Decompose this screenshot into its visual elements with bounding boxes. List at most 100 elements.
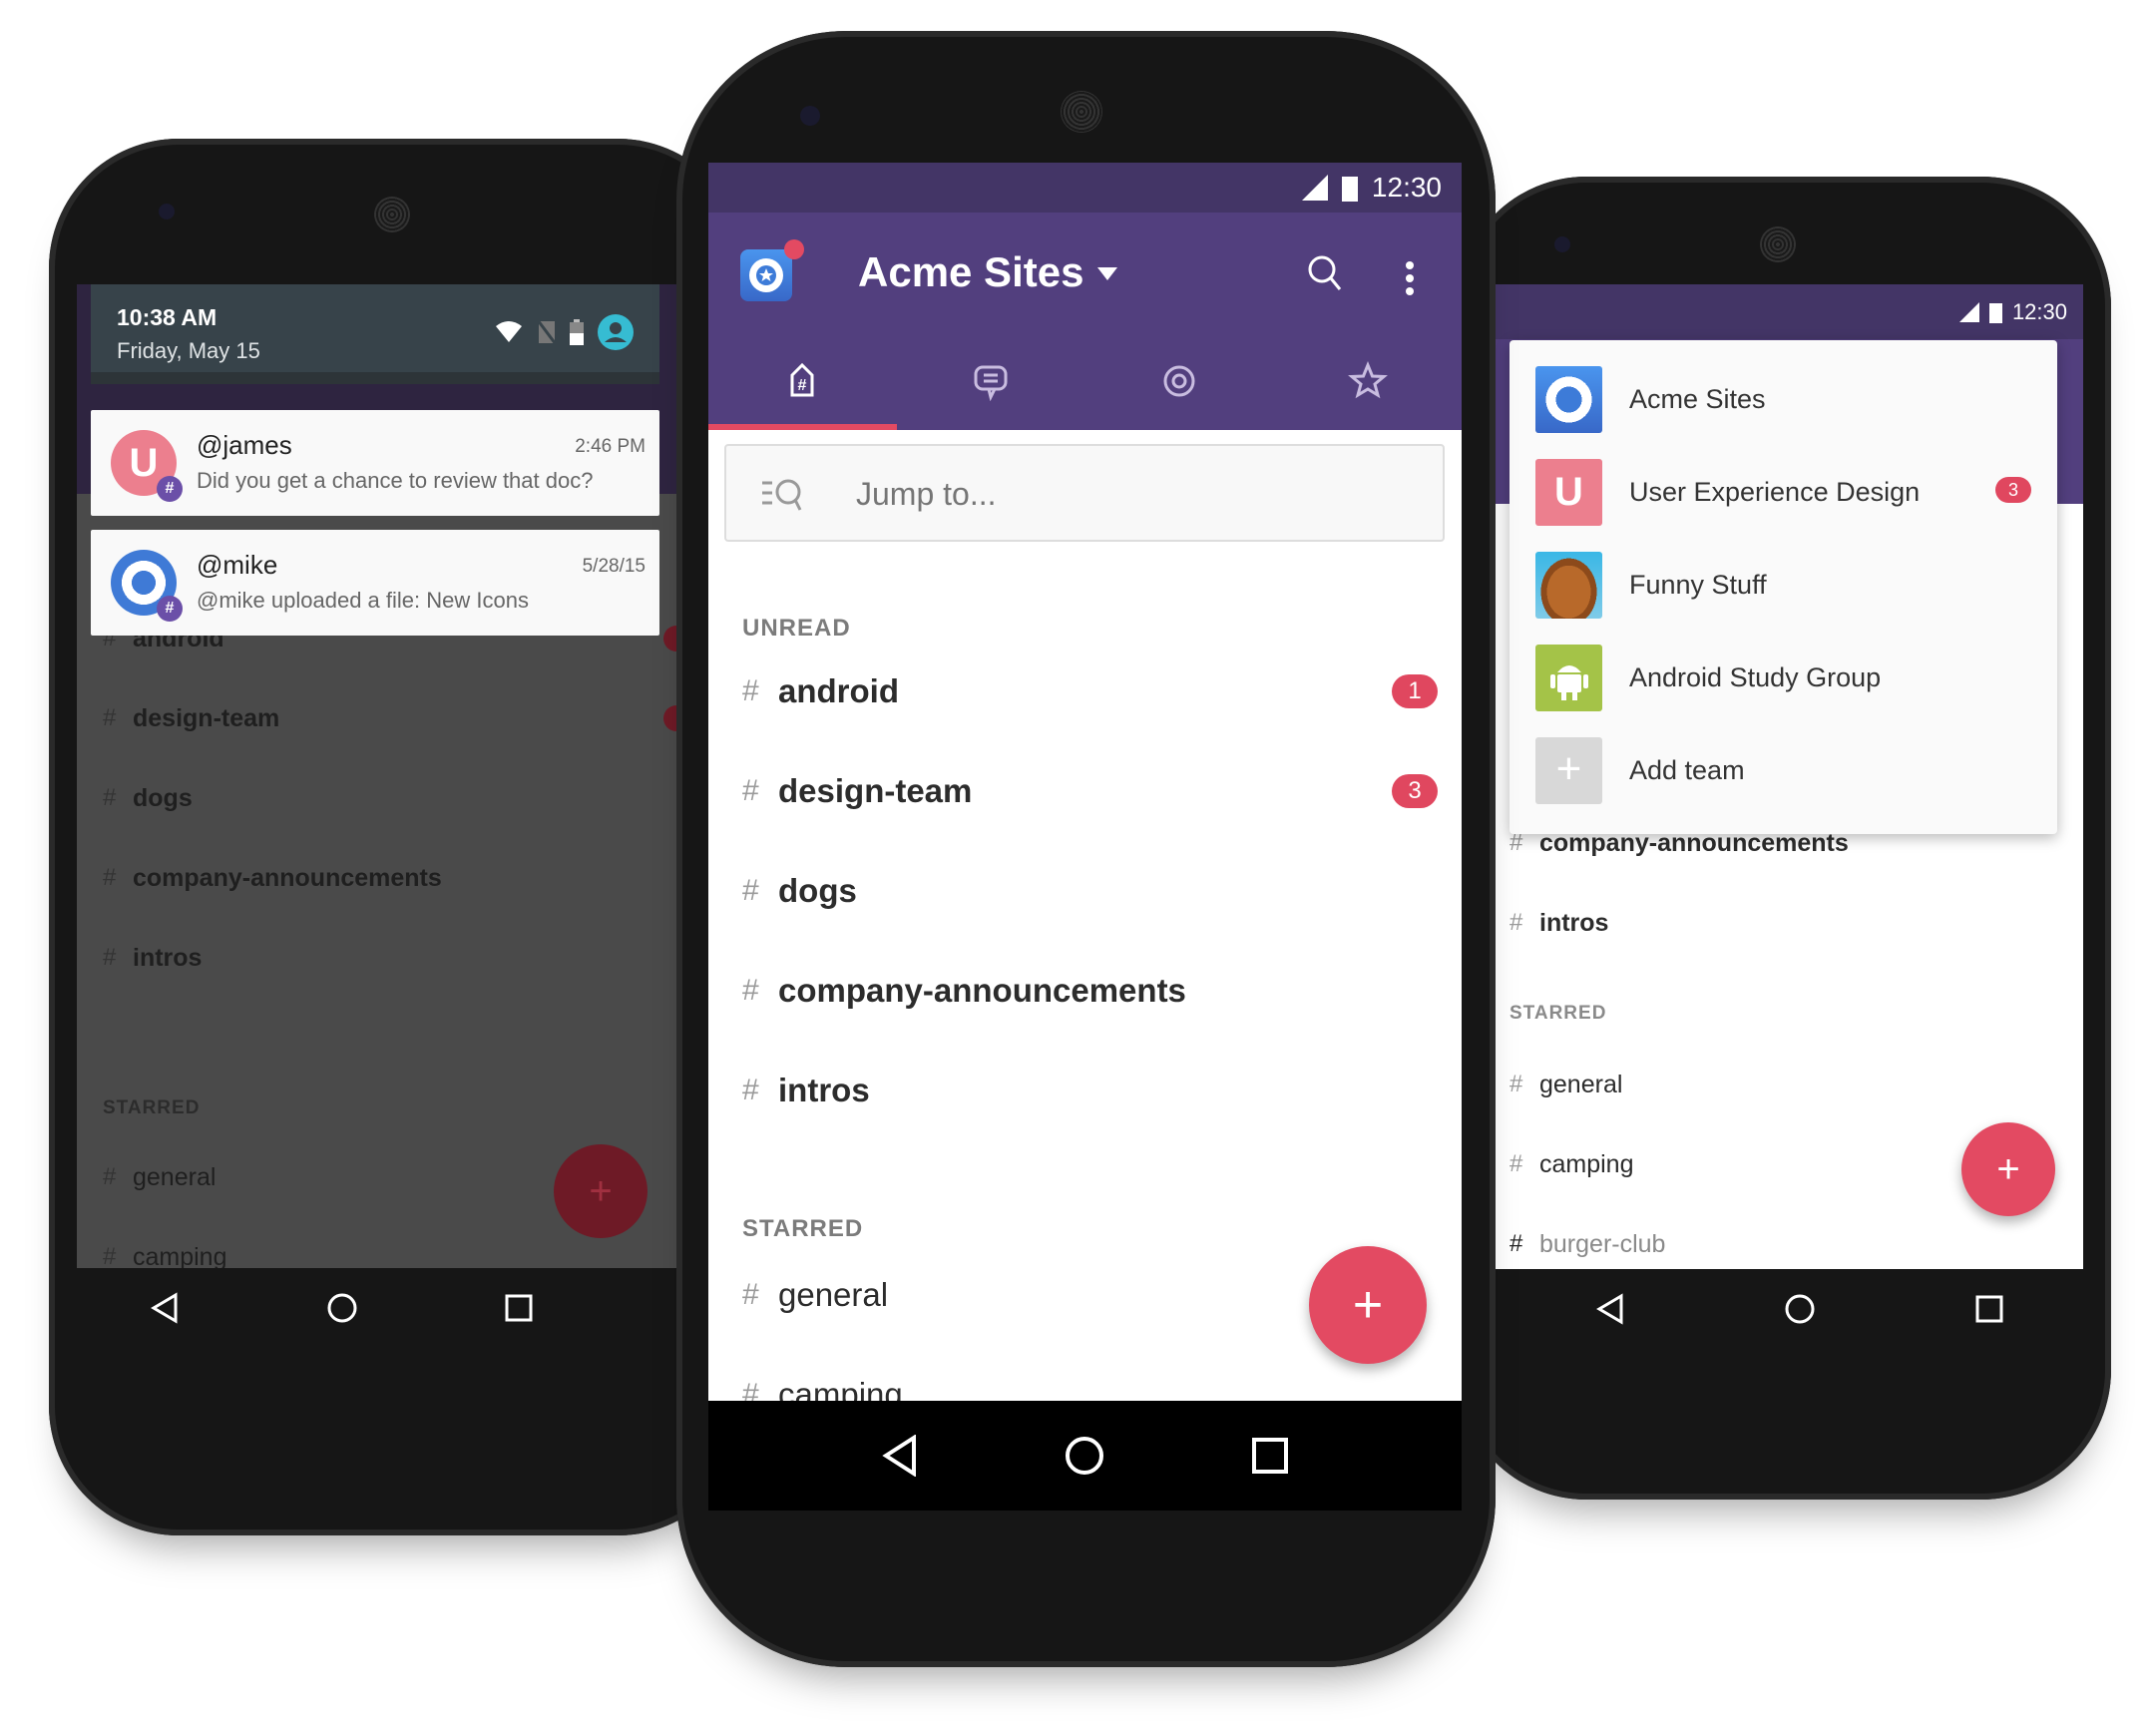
no-sim-icon: [538, 320, 556, 344]
tab-bar: #: [708, 332, 1462, 430]
hash-icon: #: [742, 674, 759, 707]
starred-channel-row[interactable]: # camping: [103, 1232, 227, 1269]
channel-row[interactable]: # intros: [742, 1056, 1438, 1125]
speaker: [374, 197, 410, 232]
hash-icon: #: [742, 874, 759, 907]
team-item[interactable]: Acme Sites: [1535, 366, 2031, 433]
hash-icon: #: [103, 704, 117, 731]
active-tab-indicator: [708, 424, 897, 430]
app-bar: Acme Sites #: [708, 213, 1462, 430]
new-message-fab[interactable]: +: [1961, 1122, 2055, 1216]
star-icon: [1347, 361, 1388, 399]
recents-icon[interactable]: [505, 1294, 533, 1322]
hash-icon: #: [103, 864, 117, 891]
recents-icon[interactable]: [1252, 1438, 1289, 1474]
battery-icon: [1988, 302, 2002, 323]
status-bar: 12:30: [708, 163, 1462, 213]
back-icon[interactable]: [1595, 1293, 1625, 1325]
starred-channel-row[interactable]: # general: [103, 1152, 216, 1202]
notification-time: 2:46 PM: [575, 436, 646, 457]
battery-icon: [570, 319, 584, 345]
starred-channel-row[interactable]: # camping: [742, 1360, 1438, 1401]
channel-row[interactable]: #design-team3: [103, 693, 699, 743]
channel-row[interactable]: #design-team3: [742, 756, 1438, 826]
recents-icon[interactable]: [1975, 1295, 2003, 1323]
back-icon[interactable]: [150, 1292, 180, 1324]
dropdown-arrow-icon[interactable]: [1097, 267, 1117, 281]
tab-starred[interactable]: [1273, 332, 1462, 430]
front-camera: [159, 204, 175, 219]
unread-heading: UNREAD: [742, 615, 851, 642]
account-icon[interactable]: [598, 314, 634, 350]
tab-mentions[interactable]: [1085, 332, 1274, 430]
channel-row[interactable]: # intros: [1509, 898, 1608, 948]
back-icon[interactable]: [882, 1435, 918, 1477]
team-icon[interactable]: [740, 239, 804, 301]
starred-channel-row[interactable]: # burger-club: [1509, 1219, 1665, 1269]
hash-icon: #: [1509, 909, 1523, 936]
channel-row[interactable]: # intros: [103, 933, 699, 983]
starred-channel-row[interactable]: # camping: [1509, 1139, 1634, 1189]
search-icon[interactable]: [1307, 254, 1343, 292]
channel-name: general: [1539, 1070, 1623, 1098]
hash-icon: #: [742, 1378, 759, 1401]
android-icon: [1535, 645, 1602, 711]
speaker: [1061, 91, 1102, 133]
team-name: User Experience Design: [1629, 477, 1921, 507]
team-name: Android Study Group: [1629, 662, 1882, 692]
acme-logo-icon: [1535, 366, 1602, 433]
channel-row[interactable]: # company-announcements: [103, 853, 699, 903]
new-message-fab[interactable]: +: [1309, 1246, 1427, 1364]
team-item[interactable]: U User Experience Design 3: [1535, 459, 2031, 526]
home-icon[interactable]: [1065, 1436, 1104, 1476]
acme-logo-icon: [749, 258, 783, 292]
channel-row[interactable]: # android 1: [742, 656, 1438, 726]
status-time: 12:30: [2011, 298, 2067, 324]
starred-channel-row[interactable]: # general: [1509, 1060, 1622, 1109]
jump-to-input[interactable]: [856, 466, 1415, 522]
notification-text: @mike uploaded a file: New Icons: [197, 588, 529, 613]
team-item[interactable]: Funny Stuff: [1535, 552, 2031, 619]
channel-name: design-team: [133, 703, 280, 732]
team-name: Acme Sites: [1629, 384, 1766, 414]
notification-card[interactable]: # @mike 5/28/15 @mike uploaded a file: New …: [91, 530, 659, 636]
channel-row[interactable]: # dogs: [742, 856, 1438, 926]
search-box[interactable]: [724, 444, 1445, 542]
left-nav-bar: [77, 1268, 725, 1348]
right-nav-bar: [1496, 1269, 2083, 1349]
channel-name: camping: [133, 1242, 227, 1269]
channel-name: general: [133, 1162, 216, 1191]
tab-direct-messages[interactable]: [897, 332, 1085, 430]
team-name: Funny Stuff: [1629, 570, 1767, 600]
overflow-menu-icon[interactable]: [1405, 260, 1415, 298]
svg-text:#: #: [798, 377, 807, 394]
wifi-icon: [496, 321, 522, 342]
channel-name: intros: [1539, 908, 1609, 937]
notification-shade-header: 10:38 AM Friday, May 15: [91, 284, 659, 384]
tab-channels[interactable]: #: [708, 332, 897, 430]
center-screen: 12:30 Acme Sites # UNREAD # android 1 # desi…: [708, 163, 1462, 1401]
starred-heading: STARRED: [103, 1097, 201, 1118]
add-team-icon: +: [1535, 737, 1602, 804]
channel-row[interactable]: # dogs: [103, 773, 699, 823]
status-time: 12:30: [1371, 172, 1442, 203]
channel-name: android: [778, 672, 899, 709]
hash-icon: #: [742, 774, 759, 807]
hash-icon: #: [1509, 1150, 1523, 1177]
jump-search-icon: [762, 479, 802, 511]
front-camera: [800, 106, 820, 126]
slack-hash-badge-icon: #: [157, 476, 183, 502]
home-icon[interactable]: [326, 1292, 358, 1324]
home-icon[interactable]: [1784, 1293, 1816, 1325]
team-item[interactable]: + Add team: [1535, 737, 2031, 804]
team-name[interactable]: Acme Sites: [858, 248, 1083, 296]
team-item[interactable]: Android Study Group: [1535, 645, 2031, 711]
unread-badge: 3: [1995, 477, 2031, 503]
status-bar: 12:30: [1496, 284, 2083, 339]
new-message-fab[interactable]: +: [554, 1144, 647, 1238]
channel-name: camping: [778, 1376, 903, 1401]
left-phone: #android1#design-team3#dogs#company-anno…: [49, 139, 747, 1535]
channel-row[interactable]: # company-announcements: [742, 956, 1438, 1026]
notification-title: @james: [197, 430, 292, 460]
notification-card[interactable]: U # @james 2:46 PM Did you get a chance to r…: [91, 410, 659, 516]
